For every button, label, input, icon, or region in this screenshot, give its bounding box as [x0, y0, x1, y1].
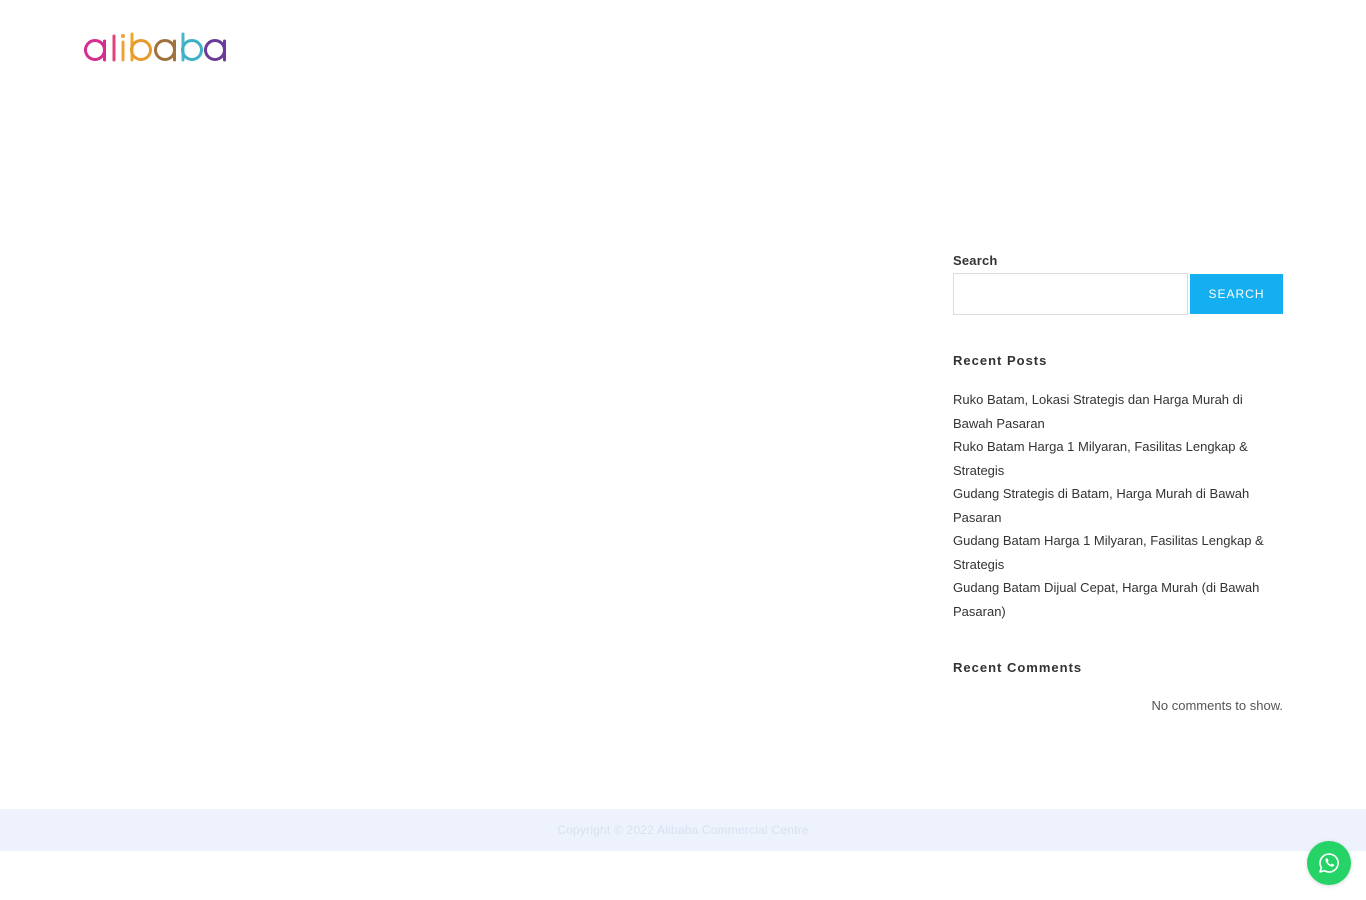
search-row: Search	[953, 273, 1283, 315]
list-item: Gudang Batam Harga 1 Milyaran, Fasilitas…	[953, 529, 1283, 576]
recent-posts-title: Recent Posts	[953, 353, 1048, 368]
recent-posts-list: Ruko Batam, Lokasi Strategis dan Harga M…	[953, 388, 1283, 623]
search-label: Search	[953, 253, 998, 268]
no-comments-text: No comments to show.	[1151, 698, 1284, 713]
search-widget: Search Search	[953, 252, 1283, 315]
whatsapp-icon	[1319, 853, 1339, 873]
search-input[interactable]	[953, 273, 1188, 315]
recent-post-link[interactable]: Ruko Batam Harga 1 Milyaran, Fasilitas L…	[953, 439, 1248, 478]
alibaba-logo-icon	[84, 32, 226, 62]
recent-post-link[interactable]: Ruko Batam, Lokasi Strategis dan Harga M…	[953, 392, 1243, 431]
site-header	[0, 0, 1366, 100]
list-item: Ruko Batam Harga 1 Milyaran, Fasilitas L…	[953, 435, 1283, 482]
whatsapp-button[interactable]	[1307, 841, 1351, 885]
recent-post-link[interactable]: Gudang Batam Harga 1 Milyaran, Fasilitas…	[953, 533, 1264, 572]
recent-post-link[interactable]: Gudang Strategis di Batam, Harga Murah d…	[953, 486, 1249, 525]
footer-bar: Copyright © 2022 Alibaba Commercial Cent…	[0, 809, 1366, 851]
list-item: Gudang Batam Dijual Cepat, Harga Murah (…	[953, 576, 1283, 623]
copyright-text: Copyright © 2022 Alibaba Commercial Cent…	[557, 823, 809, 837]
list-item: Ruko Batam, Lokasi Strategis dan Harga M…	[953, 388, 1283, 435]
recent-comments-title: Recent Comments	[953, 660, 1083, 675]
recent-post-link[interactable]: Gudang Batam Dijual Cepat, Harga Murah (…	[953, 580, 1259, 619]
search-button[interactable]: Search	[1190, 274, 1283, 314]
list-item: Gudang Strategis di Batam, Harga Murah d…	[953, 482, 1283, 529]
sidebar: Search Search Recent Posts Ruko Batam, L…	[953, 252, 1283, 713]
site-logo[interactable]	[82, 30, 236, 68]
